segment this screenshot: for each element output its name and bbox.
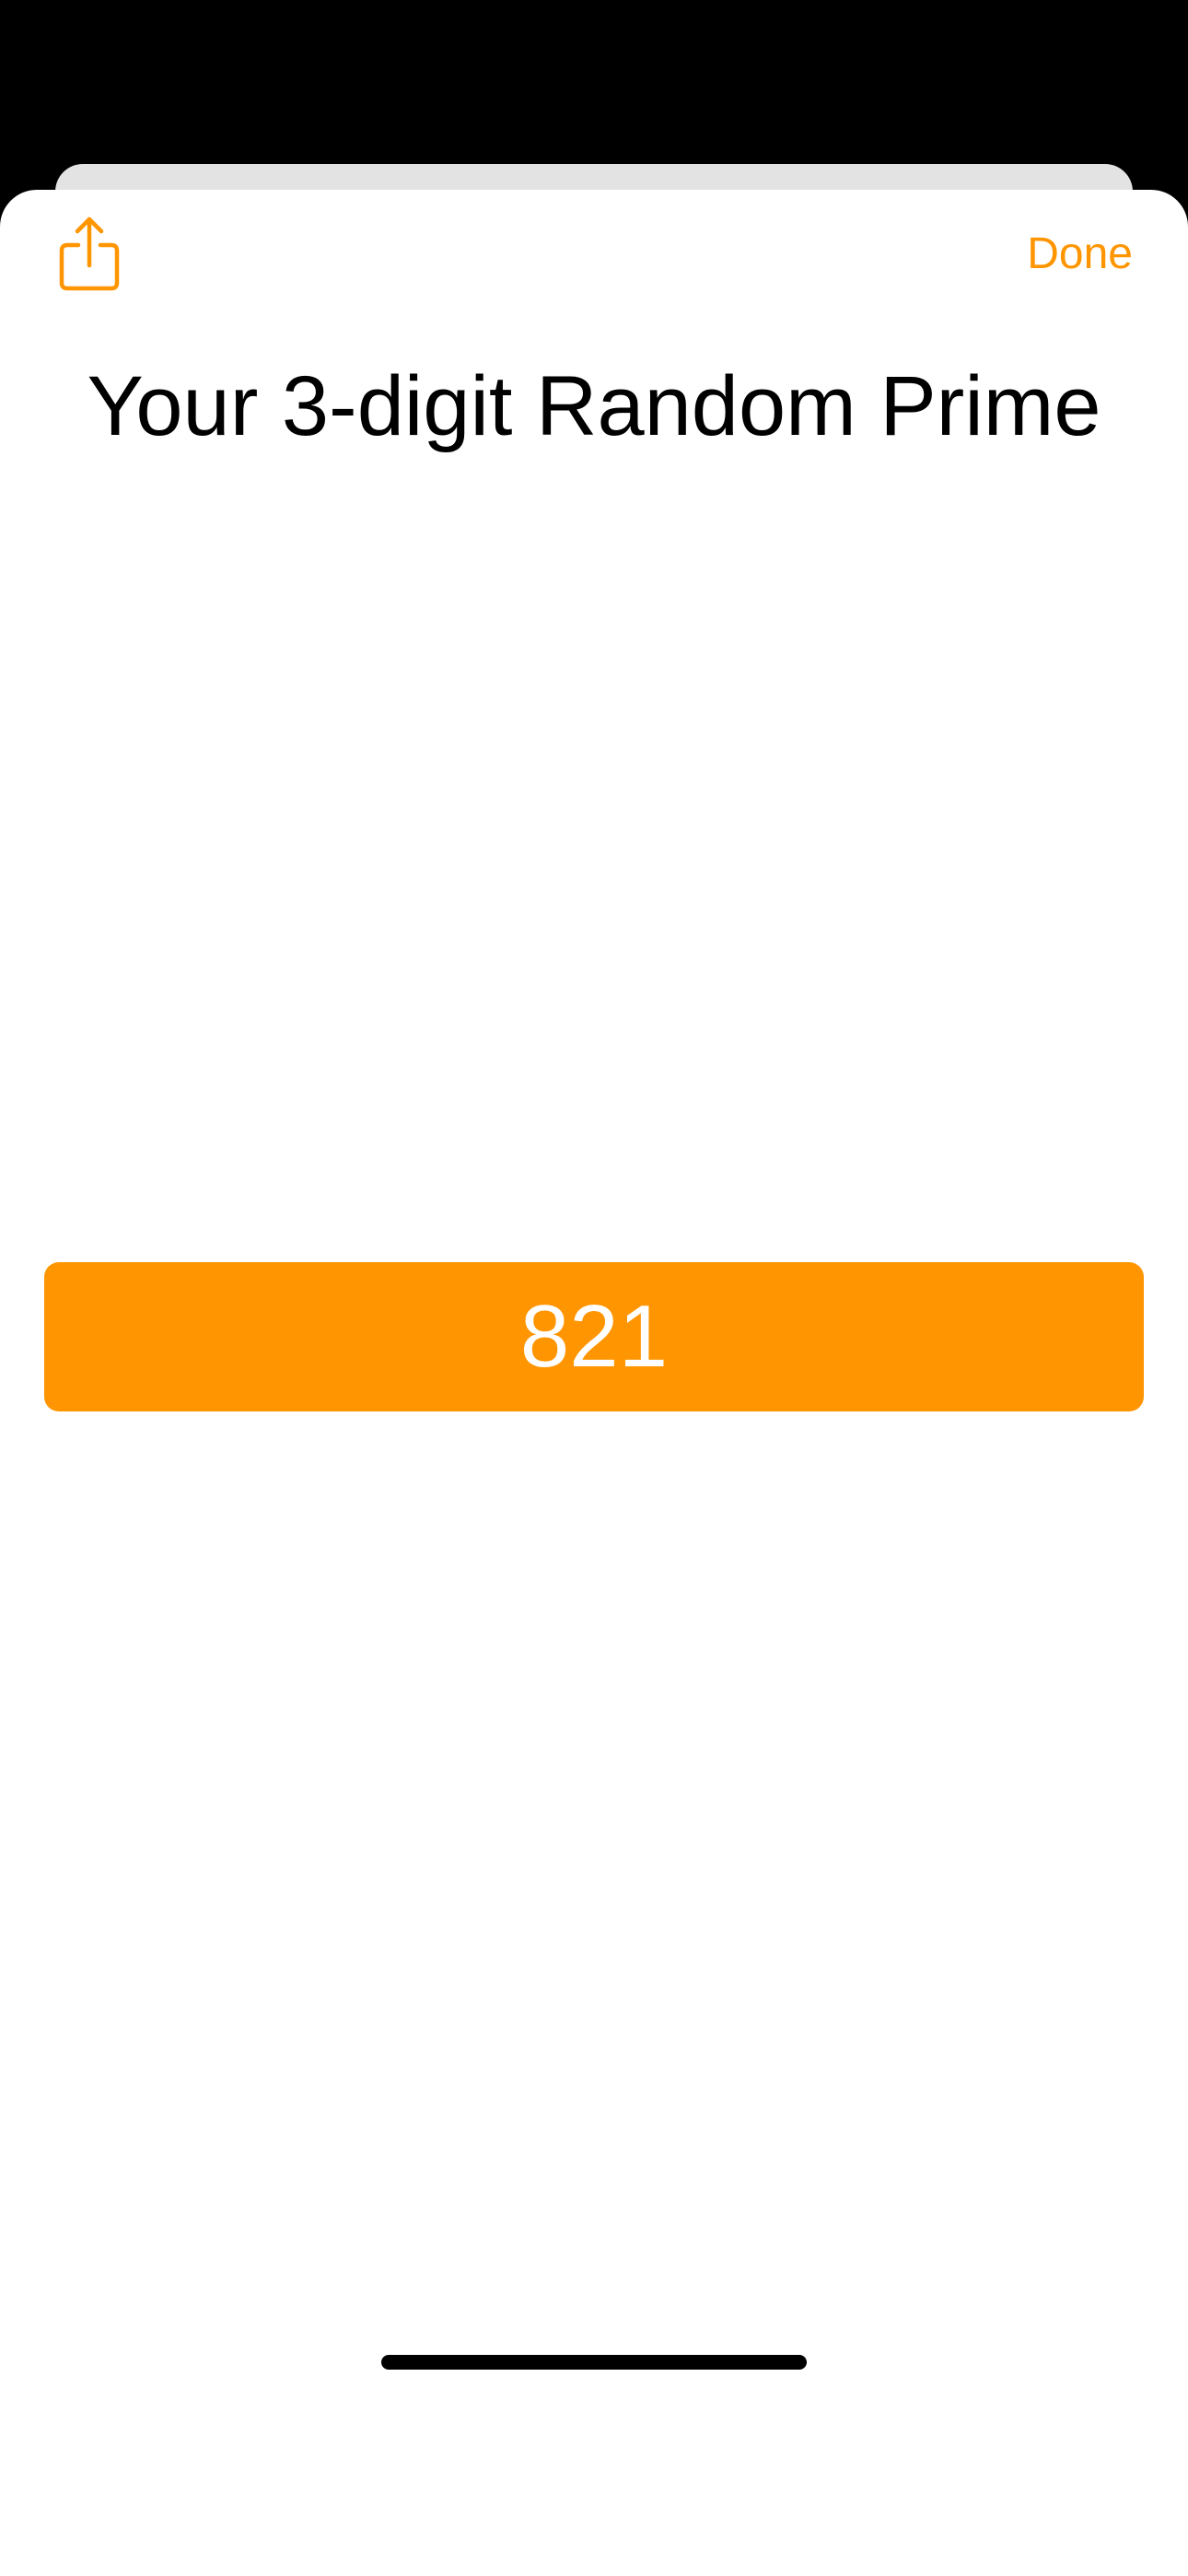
modal-sheet: Done Your 3-digit Random Prime 821 [0, 190, 1188, 2576]
home-indicator[interactable] [381, 2355, 807, 2370]
share-button[interactable] [57, 214, 122, 293]
page-title: Your 3-digit Random Prime [87, 359, 1101, 453]
random-prime-result[interactable]: 821 [44, 1262, 1144, 1411]
random-prime-value: 821 [519, 1287, 669, 1386]
share-icon [59, 217, 120, 291]
done-button[interactable]: Done [1027, 228, 1133, 280]
